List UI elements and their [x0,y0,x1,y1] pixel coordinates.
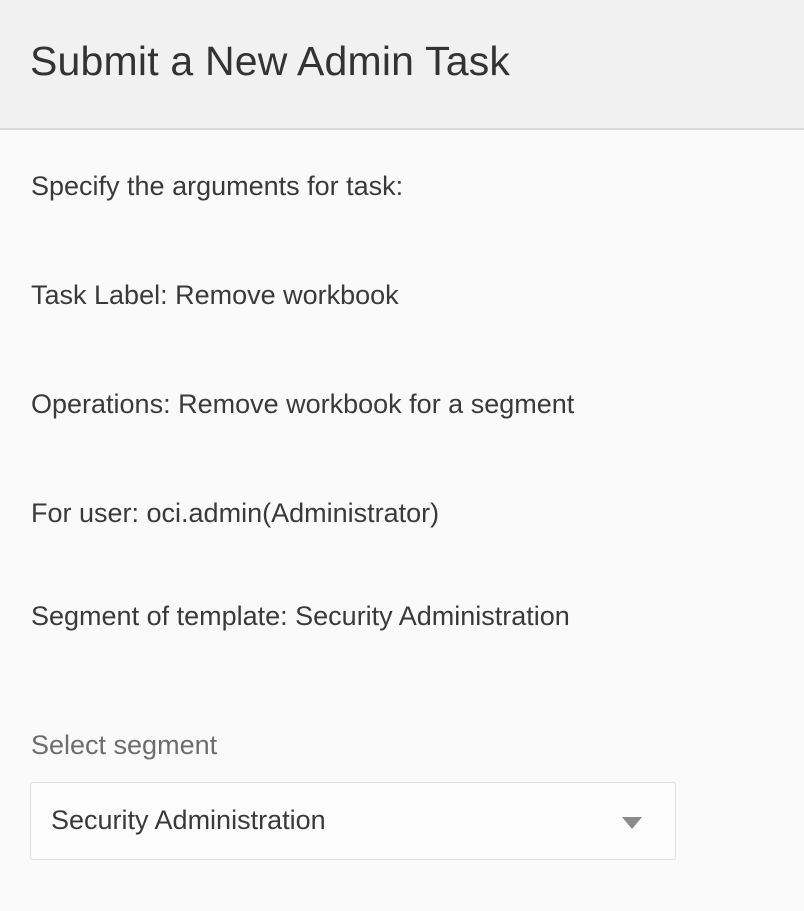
segment-select-value: Security Administration [51,805,326,835]
select-segment-label: Select segment [31,730,218,760]
segment-select[interactable]: Security Administration [30,782,676,860]
task-label-text: Task Label: Remove workbook [31,280,399,310]
task-arguments-intro: Specify the arguments for task: [31,171,404,201]
dialog-title: Submit a New Admin Task [30,38,511,84]
submit-admin-task-dialog: Submit a New Admin Task Specify the argu… [0,0,804,911]
operations-text: Operations: Remove workbook for a segmen… [31,389,575,419]
segment-of-template-text: Segment of template: Security Administra… [31,601,570,631]
dialog-header: Submit a New Admin Task [0,0,804,130]
triangle-down-icon[interactable] [622,817,642,829]
for-user-text: For user: oci.admin(Administrator) [31,498,440,528]
